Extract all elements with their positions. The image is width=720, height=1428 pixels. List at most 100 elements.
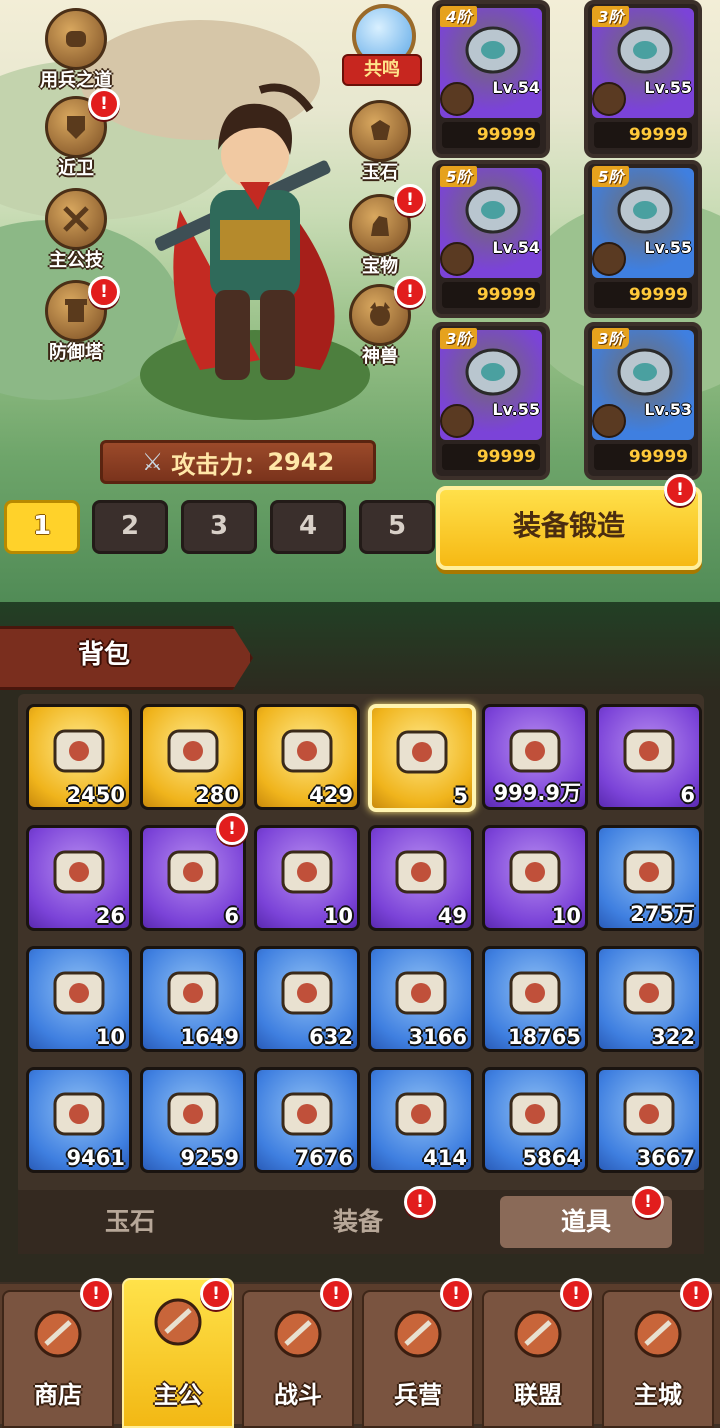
wine-jar-icon <box>47 840 111 904</box>
menu-art-of-war[interactable]: 用兵之道 <box>26 8 126 92</box>
city-map-icon <box>628 1304 688 1364</box>
attack-power-banner: ⚔ 攻击力： 2942 <box>100 440 376 484</box>
item-count: 1649 <box>180 1025 239 1049</box>
dragon-orb-icon <box>47 719 111 783</box>
slot-type-icon <box>592 242 626 276</box>
equipment-tier: 4阶 <box>440 6 478 27</box>
menu-label: 宝物 <box>362 256 398 277</box>
inventory-item[interactable]: 429 <box>254 704 360 810</box>
inventory-item[interactable]: 49 <box>368 825 474 931</box>
menu-jade[interactable]: 玉石 <box>330 100 430 184</box>
nav-label: 兵营 <box>394 1381 442 1409</box>
item-count: 429 <box>309 783 353 807</box>
battle-swords-icon <box>268 1304 328 1364</box>
inventory-item[interactable]: 10 <box>254 825 360 931</box>
menu-label: 神兽 <box>362 346 398 367</box>
equipment-tier: 3阶 <box>440 328 478 349</box>
menu-resonance[interactable]: 共鸣 <box>338 4 422 86</box>
lord-hat-icon <box>148 1292 208 1352</box>
inventory-item[interactable]: 10 <box>482 825 588 931</box>
inventory-item[interactable]: 26 <box>26 825 132 931</box>
menu-lord-skill[interactable]: 主公技 <box>26 188 126 272</box>
slot-type-icon <box>440 242 474 276</box>
alert-badge: ! <box>680 1278 712 1310</box>
item-count: 2450 <box>66 783 125 807</box>
inventory-item[interactable]: 9461 <box>26 1067 132 1173</box>
item-count: 7676 <box>294 1146 353 1170</box>
copper-coin-icon <box>617 840 681 904</box>
inventory-item[interactable]: 322 <box>596 946 702 1052</box>
scroll-axe-icon <box>389 961 453 1025</box>
preset-tab-4[interactable]: 4 <box>270 500 346 554</box>
nav-label: 联盟 <box>514 1381 562 1409</box>
menu-label: 主公技 <box>49 250 103 271</box>
scroll-horse-red-icon <box>47 1082 111 1146</box>
preset-tab-1[interactable]: 1 <box>4 500 80 554</box>
nav-battle[interactable]: 战斗 <box>242 1290 354 1428</box>
crossed-swords-icon <box>45 188 107 250</box>
scroll-horse-icon <box>617 961 681 1025</box>
fist-icon <box>45 8 107 70</box>
inventory-item[interactable]: 3667 <box>596 1067 702 1173</box>
equipment-slot[interactable]: 5阶 Lv.55 99999 <box>584 160 702 318</box>
item-count: 322 <box>651 1025 695 1049</box>
inventory-item[interactable]: 5864 <box>482 1067 588 1173</box>
menu-label: 用兵之道 <box>40 70 112 91</box>
nav-label: 主公 <box>154 1381 202 1409</box>
forge-equipment-button[interactable]: 装备锻造 <box>436 486 702 570</box>
inventory-item[interactable]: 414 <box>368 1067 474 1173</box>
scroll-cross-icon <box>503 961 567 1025</box>
nav-alliance[interactable]: 联盟 <box>482 1290 594 1428</box>
item-count: 632 <box>309 1025 353 1049</box>
item-count: 3166 <box>408 1025 467 1049</box>
inventory-item[interactable]: 6 <box>596 704 702 810</box>
equipment-slot[interactable]: 3阶 Lv.53 99999 <box>584 322 702 480</box>
equipment-slot[interactable]: 4阶 Lv.54 99999 <box>432 0 550 158</box>
nav-label: 主城 <box>634 1381 682 1409</box>
preset-tab-2[interactable]: 2 <box>92 500 168 554</box>
equipment-stars: 99999 <box>594 282 692 308</box>
equipment-slot[interactable]: 3阶 Lv.55 99999 <box>432 322 550 480</box>
item-count: 9259 <box>180 1146 239 1170</box>
inventory-item[interactable]: 275万 <box>596 825 702 931</box>
equipment-tier: 3阶 <box>592 328 630 349</box>
item-count: 10 <box>551 904 581 928</box>
equipment-level: Lv.55 <box>644 238 692 257</box>
inventory-item[interactable]: 999.9万 <box>482 704 588 810</box>
item-count: 10 <box>95 1025 125 1049</box>
inventory-item[interactable]: 2450 <box>26 704 132 810</box>
equipment-slot[interactable]: 3阶 Lv.55 99999 <box>584 0 702 158</box>
inventory-item[interactable]: 10 <box>26 946 132 1052</box>
nav-city[interactable]: 主城 <box>602 1290 714 1428</box>
alert-badge: ! <box>320 1278 352 1310</box>
armor-icon <box>610 18 680 78</box>
alert-badge: ! <box>88 276 120 308</box>
inventory-item[interactable]: 3166 <box>368 946 474 1052</box>
equipment-slot[interactable]: 5阶 Lv.54 99999 <box>432 160 550 318</box>
bag-tab-jade[interactable]: 玉石 <box>40 1196 220 1248</box>
inventory-item[interactable]: 632 <box>254 946 360 1052</box>
inventory-item[interactable]: 7676 <box>254 1067 360 1173</box>
inventory-item[interactable]: 9259 <box>140 1067 246 1173</box>
gold-key-icon <box>617 719 681 783</box>
barracks-banner-icon <box>388 1304 448 1364</box>
menu-label: 防御塔 <box>49 342 103 363</box>
nav-shop[interactable]: 商店 <box>2 1290 114 1428</box>
item-count: 26 <box>95 904 125 928</box>
alliance-tent-icon <box>508 1304 568 1364</box>
equipment-stars: 99999 <box>442 444 540 470</box>
preset-tab-3[interactable]: 3 <box>181 500 257 554</box>
equipment-tier: 5阶 <box>592 166 630 187</box>
gold-ingot-icon <box>503 719 567 783</box>
inventory-item[interactable]: 280 <box>140 704 246 810</box>
scroll-blade-icon <box>161 1082 225 1146</box>
inventory-item[interactable]: 18765 <box>482 946 588 1052</box>
nav-barracks[interactable]: 兵营 <box>362 1290 474 1428</box>
item-count: 414 <box>423 1146 467 1170</box>
item-count: 6 <box>224 904 239 928</box>
equipment-stars: 99999 <box>442 122 540 148</box>
inventory-item[interactable]: 1649 <box>140 946 246 1052</box>
preset-tab-5[interactable]: 5 <box>359 500 435 554</box>
equipment-tier: 3阶 <box>592 6 630 27</box>
inventory-item[interactable]: 5 <box>368 704 476 812</box>
